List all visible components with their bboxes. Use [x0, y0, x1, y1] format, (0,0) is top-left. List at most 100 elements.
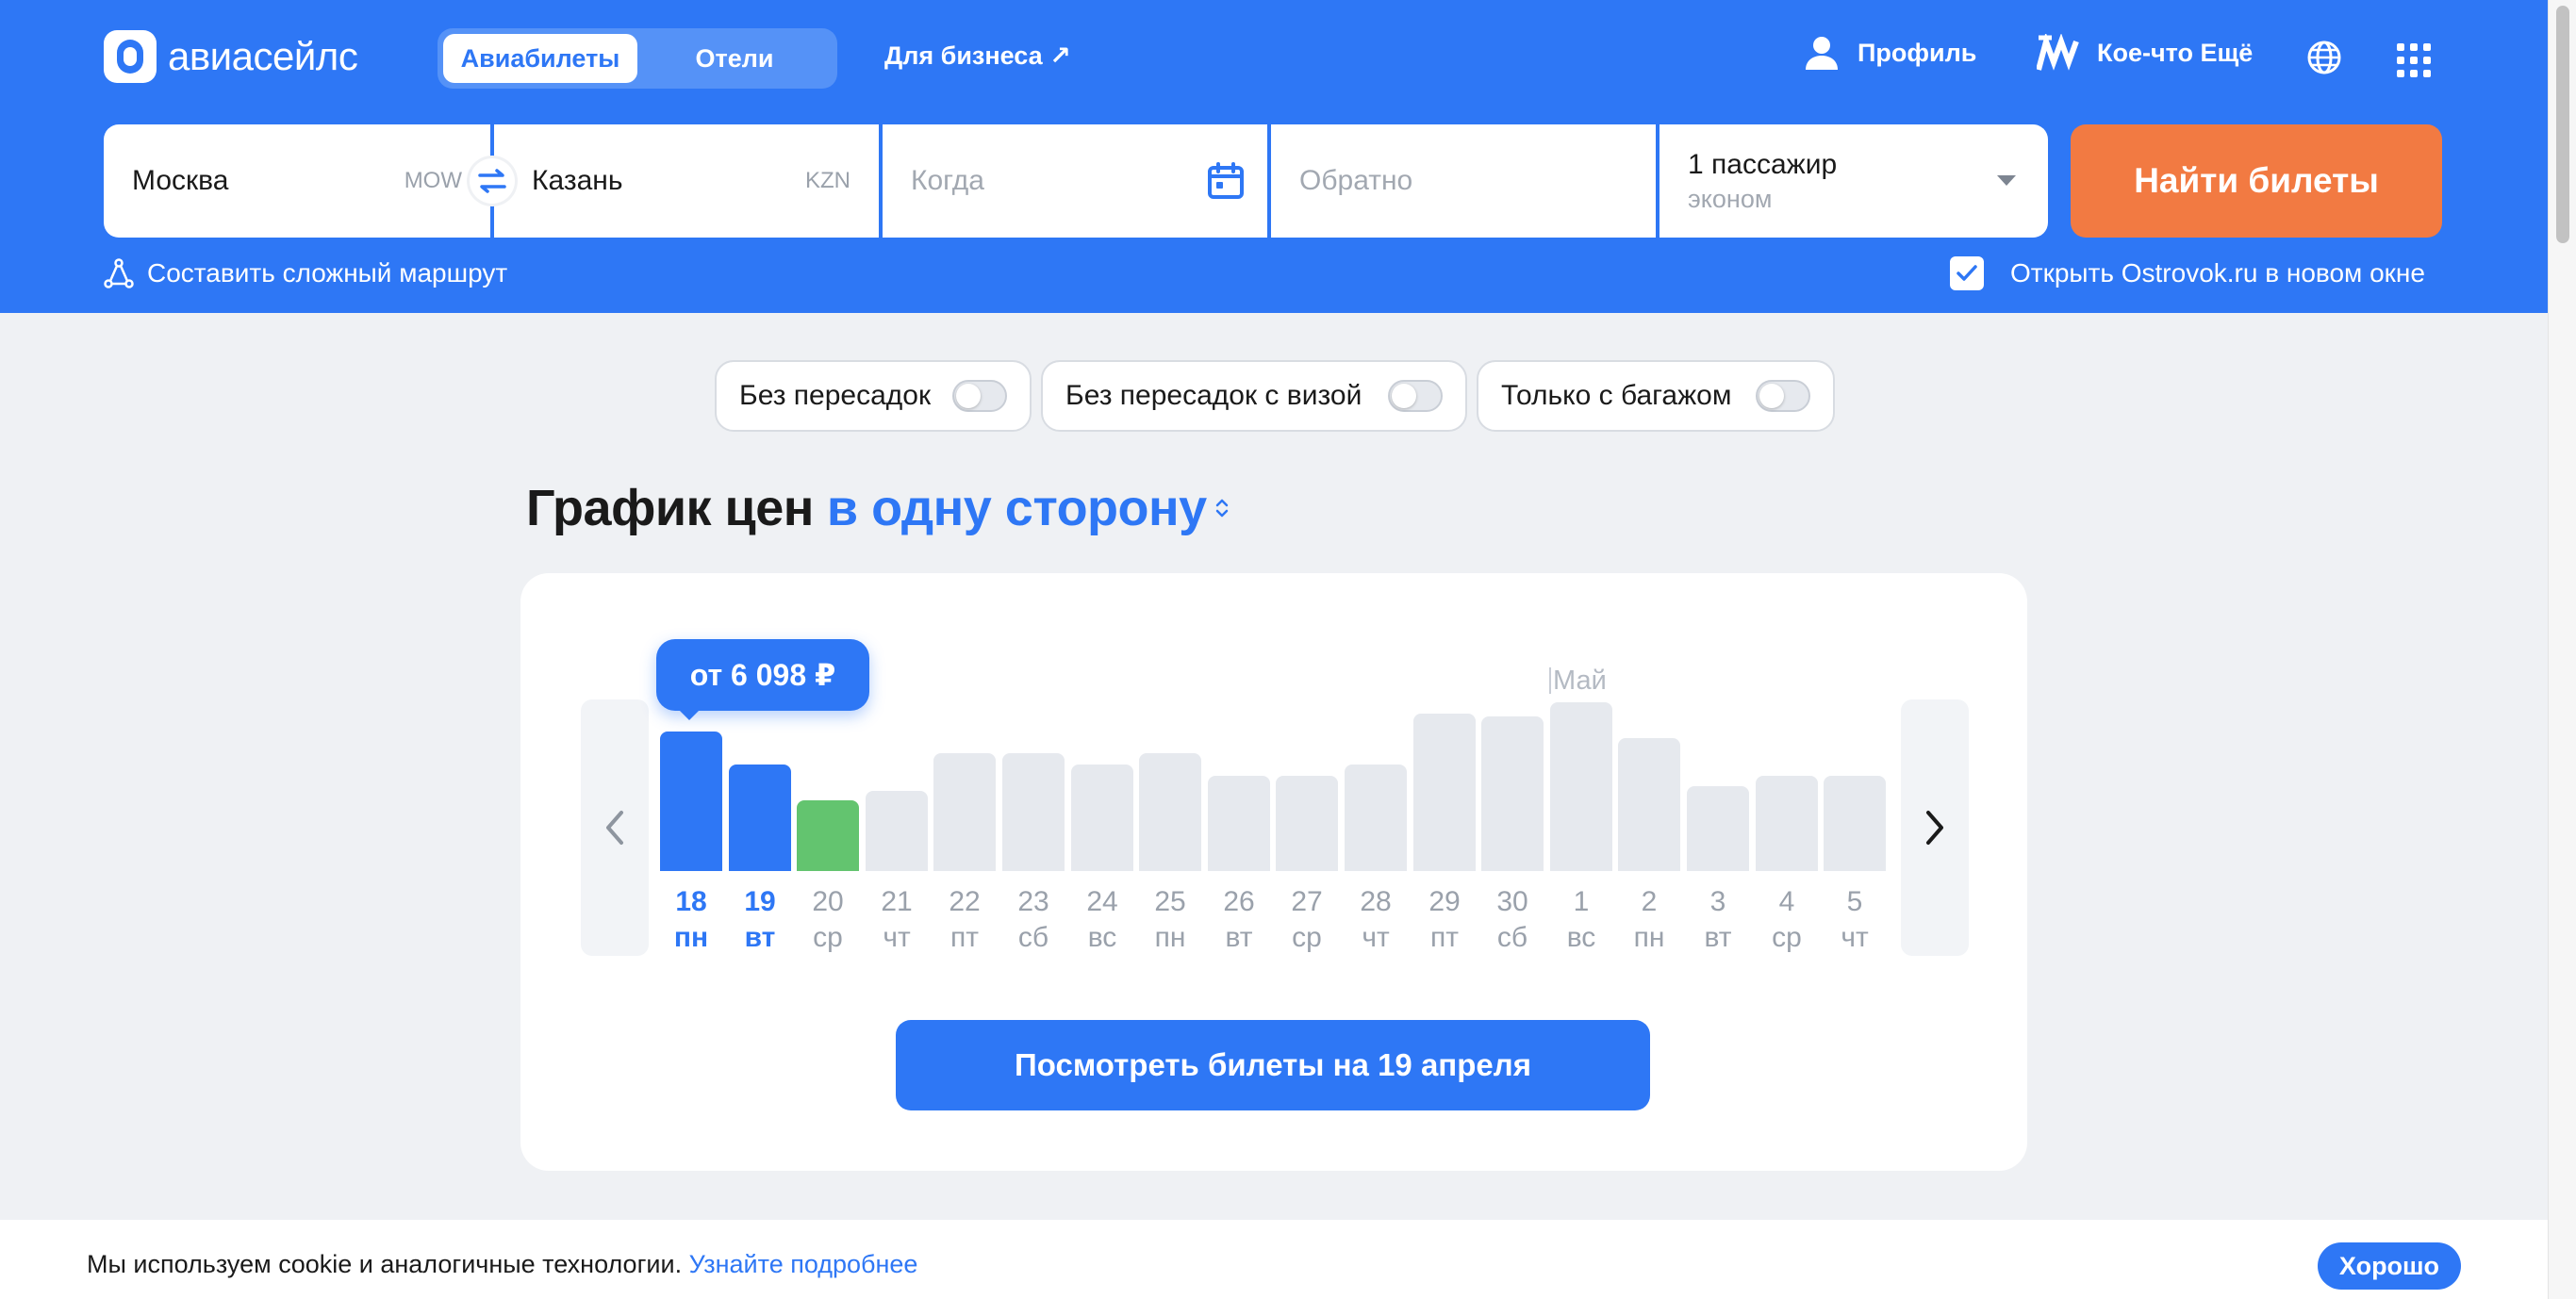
chart-day-number: 4 [1778, 886, 1795, 917]
chart-day-number: 5 [1846, 886, 1863, 917]
chart-next-button[interactable] [1901, 699, 1969, 956]
origin-iata: MOW [404, 168, 462, 193]
chart-weekday: ср [1292, 922, 1322, 953]
chart-bar-5[interactable] [1824, 776, 1886, 871]
chart-day-label[interactable]: 22 пт [931, 884, 999, 956]
passengers-count: 1 пассажир [1688, 148, 1838, 180]
chart-bar-26[interactable] [1208, 776, 1270, 871]
chart-bar-28[interactable] [1345, 765, 1407, 871]
profile-button[interactable]: Профиль [1803, 34, 1976, 72]
filter-direct-visa[interactable]: Без пересадок с визой [1041, 360, 1467, 432]
chart-bar-25[interactable] [1139, 753, 1201, 871]
chart-weekday: пн [1633, 922, 1665, 953]
scrollbar-thumb[interactable] [2556, 6, 2569, 243]
find-tickets-button[interactable]: Найти билеты [2071, 124, 2442, 238]
chart-day-label[interactable]: 27 ср [1273, 884, 1341, 956]
chart-bar-27[interactable] [1276, 776, 1338, 871]
chart-title: График цен [526, 480, 814, 536]
chart-day-label[interactable]: 19 вт [726, 884, 794, 956]
header: авиасейлс Авиабилеты Отели Для бизнеса ↗… [0, 0, 2548, 313]
origin-field[interactable]: Москва MOW [104, 124, 490, 238]
destination-field[interactable]: Казань KZN [494, 124, 879, 238]
depart-date-field[interactable]: Когда [883, 124, 1267, 238]
chart-day-label[interactable]: 21 чт [863, 884, 931, 956]
return-date-field[interactable]: Обратно [1271, 124, 1656, 238]
sort-updown-icon[interactable] [1214, 495, 1230, 521]
chart-day-label[interactable]: 18 пн [657, 884, 725, 956]
chart-bar-1[interactable] [1550, 702, 1612, 871]
chart-prev-button[interactable] [581, 699, 649, 956]
more-logo-icon [2037, 34, 2079, 71]
scrollbar[interactable] [2548, 0, 2576, 1299]
chart-day-label[interactable]: 1 вс [1547, 884, 1615, 956]
chart-bar-3[interactable] [1687, 786, 1749, 871]
chart-day-number: 29 [1428, 886, 1461, 917]
swap-button[interactable] [470, 158, 515, 204]
chart-day-label[interactable]: 29 пт [1411, 884, 1478, 956]
month-label: Май [1553, 666, 1607, 696]
cabin-class: эконом [1688, 184, 1773, 213]
chart-day-label[interactable]: 25 пн [1136, 884, 1204, 956]
checkmark-icon [1957, 265, 1977, 281]
chart-day-label[interactable]: 26 вт [1205, 884, 1273, 956]
chart-day-label[interactable]: 23 сб [999, 884, 1067, 956]
chart-heading: График цен в одну сторону [526, 479, 1230, 537]
filter-direct-visa-toggle[interactable] [1388, 380, 1443, 412]
chart-day-label[interactable]: 28 чт [1342, 884, 1410, 956]
chart-weekday: пн [1154, 922, 1186, 953]
apps-grid-icon[interactable] [2397, 43, 2431, 77]
chart-bar-24[interactable] [1071, 765, 1133, 871]
passengers-field[interactable]: 1 пассажир эконом [1660, 124, 2048, 238]
chart-day-number: 21 [881, 886, 913, 917]
more-button[interactable]: Кое-что Ещё [2037, 34, 2253, 72]
chart-weekday: сб [1496, 922, 1528, 953]
logo[interactable]: авиасейлс [104, 30, 358, 83]
chart-weekday: вс [1087, 922, 1117, 953]
chart-bar-20[interactable] [797, 800, 859, 871]
globe-icon[interactable] [2306, 40, 2342, 75]
cookie-accept-button[interactable]: Хорошо [2318, 1242, 2461, 1290]
trip-mode-selector[interactable]: в одну сторону [827, 479, 1207, 537]
chart-day-label[interactable]: 20 ср [794, 884, 862, 956]
chart-bar-23[interactable] [1002, 753, 1065, 871]
tab-hotels[interactable]: Отели [637, 34, 832, 83]
profile-label: Профиль [1858, 38, 1977, 67]
chart-bar-30[interactable] [1481, 716, 1544, 871]
chart-day-number: 1 [1573, 886, 1590, 917]
tab-flights[interactable]: Авиабилеты [443, 34, 637, 83]
chart-weekday: сб [1017, 922, 1049, 953]
filter-baggage-toggle[interactable] [1756, 380, 1810, 412]
cookie-learn-more-link[interactable]: Узнайте подробнее [689, 1250, 918, 1278]
return-date-placeholder: Обратно [1299, 165, 1413, 196]
chart-bar-19[interactable] [729, 765, 791, 871]
filter-direct-visa-label: Без пересадок с визой [1065, 380, 1362, 411]
chart-weekday: пн [673, 922, 709, 953]
see-tickets-button[interactable]: Посмотреть билеты на 19 апреля [896, 1020, 1650, 1110]
filter-direct-toggle[interactable] [952, 380, 1007, 412]
complex-route-label: Составить сложный маршрут [147, 258, 508, 288]
chart-bar-4[interactable] [1756, 776, 1818, 871]
ostrovok-label: Открыть Ostrovok.ru в новом окне [2010, 258, 2425, 288]
chart-day-number: 22 [949, 886, 981, 917]
chart-bar-29[interactable] [1413, 714, 1476, 871]
chart-day-label[interactable]: 4 ср [1753, 884, 1821, 956]
chart-day-label[interactable]: 24 вс [1068, 884, 1136, 956]
filter-direct[interactable]: Без пересадок [715, 360, 1032, 432]
chart-day-number: 27 [1291, 886, 1323, 917]
chart-day-label[interactable]: 30 сб [1478, 884, 1546, 956]
chart-day-label[interactable]: 5 чт [1821, 884, 1889, 956]
chart-bar-18[interactable] [660, 732, 722, 871]
chart-bar-2[interactable] [1618, 738, 1680, 871]
ostrovok-option[interactable]: Открыть Ostrovok.ru в новом окне [1950, 256, 2425, 290]
page: авиасейлс Авиабилеты Отели Для бизнеса ↗… [0, 0, 2548, 1299]
chart-bar-21[interactable] [866, 791, 928, 871]
chart-day-number: 28 [1360, 886, 1392, 917]
chevron-down-icon [1997, 175, 2016, 186]
complex-route-link[interactable]: Составить сложный маршрут [104, 258, 507, 288]
chart-bar-22[interactable] [933, 753, 996, 871]
filter-baggage[interactable]: Только с багажом [1477, 360, 1835, 432]
chart-day-label[interactable]: 2 пн [1615, 884, 1683, 956]
business-link[interactable]: Для бизнеса ↗ [884, 41, 1071, 71]
ostrovok-checkbox[interactable] [1950, 256, 1984, 290]
chart-day-label[interactable]: 3 вт [1684, 884, 1752, 956]
